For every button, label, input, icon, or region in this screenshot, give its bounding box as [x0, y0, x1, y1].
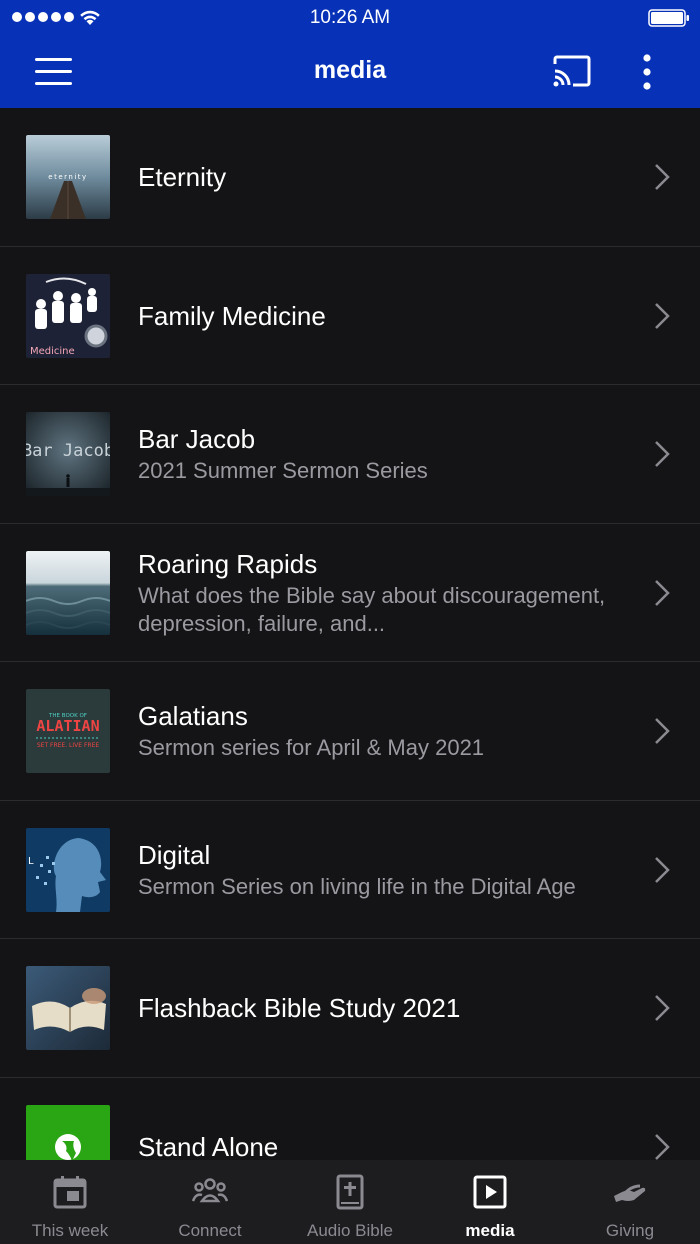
top-bar: 10:26 AM media	[0, 0, 700, 108]
list-item-text: Family Medicine	[138, 247, 630, 385]
series-thumbnail: THE BOOK OF ALATIAN SET FREE. LIVE FREE	[26, 689, 110, 773]
status-time: 10:26 AM	[309, 7, 391, 28]
list-item-text: Bar Jacob 2021 Summer Sermon Series	[138, 385, 630, 523]
app-header: media	[0, 36, 700, 108]
list-item-galatians[interactable]: THE BOOK OF ALATIAN SET FREE. LIVE FREE …	[0, 662, 700, 801]
list-item-digital[interactable]: L Digital Sermon Series on living life i…	[0, 801, 700, 939]
list-item-title: Family Medicine	[138, 300, 326, 331]
series-thumbnail: Medicine	[26, 273, 110, 358]
svg-text:L: L	[28, 856, 34, 867]
tab-label: Audio Bible	[306, 1221, 393, 1240]
list-item-title: Bar Jacob	[138, 424, 256, 454]
tab-connect[interactable]: Connect	[140, 1160, 280, 1244]
chevron-right-icon	[655, 718, 670, 744]
media-screen: 10:26 AM media eternity Eternity Medicin…	[0, 0, 700, 1244]
list-item-title: Digital	[138, 839, 211, 870]
list-item-subtitle: Sermon series for April & May 2021	[138, 735, 485, 760]
list-item-text: Stand Alone	[138, 1078, 630, 1161]
tab-media[interactable]: media	[420, 1160, 560, 1244]
list-item-flashback-bible-study[interactable]: Flashback Bible Study 2021	[0, 939, 700, 1078]
list-item-title: Flashback Bible Study 2021	[138, 993, 461, 1023]
chevron-right-icon	[655, 441, 670, 467]
series-thumbnail	[26, 1104, 110, 1160]
list-item-title: Galatians	[138, 701, 248, 731]
tab-this-week[interactable]: This week	[0, 1160, 140, 1244]
tab-label: This week	[31, 1221, 109, 1240]
people-icon	[192, 1178, 228, 1203]
play-icon	[473, 1175, 507, 1209]
page-title: media	[313, 56, 387, 84]
list-item-title: Roaring Rapids	[138, 548, 318, 579]
list-item-text: Digital Sermon Series on living life in …	[138, 801, 630, 939]
svg-text:SET FREE. LIVE FREE: SET FREE. LIVE FREE	[37, 742, 100, 749]
list-item-subtitle: What does the Bible say about discourage…	[138, 582, 606, 636]
battery-icon	[648, 9, 689, 27]
giving-hand-icon	[614, 1184, 646, 1202]
thumb-text: eternity	[48, 173, 87, 181]
list-item-bar-jacob[interactable]: Bar Jacob Bar Jacob 2021 Summer Sermon S…	[0, 385, 700, 524]
list-item-stand-alone[interactable]: Stand Alone	[0, 1078, 700, 1161]
list-item-text: Flashback Bible Study 2021	[138, 939, 630, 1077]
chevron-right-icon	[655, 1133, 670, 1160]
list-item-roaring-rapids[interactable]: Roaring Rapids What does the Bible say a…	[0, 524, 700, 662]
list-item-text: Galatians Sermon series for April & May …	[138, 662, 630, 800]
list-item-title: Stand Alone	[138, 1131, 279, 1161]
series-thumbnail: Bar Jacob	[26, 412, 110, 496]
thumb-text: ALATIAN	[36, 717, 99, 735]
status-bar: 10:26 AM	[0, 0, 700, 36]
list-item-text: Roaring Rapids What does the Bible say a…	[138, 524, 630, 662]
media-series-list: eternity Eternity Medicine Family Medici…	[0, 108, 700, 1160]
chevron-right-icon	[655, 579, 670, 606]
tab-label: media	[465, 1221, 515, 1240]
tab-audio-bible[interactable]: Audio Bible	[280, 1160, 420, 1244]
more-vertical-icon[interactable]	[636, 54, 658, 90]
bottom-tab-bar: This week Connect Audio Bible media Givi…	[0, 1160, 700, 1244]
series-thumbnail: L	[26, 827, 110, 912]
cast-icon[interactable]	[551, 54, 593, 88]
list-item-family-medicine[interactable]: Medicine Family Medicine	[0, 247, 700, 385]
list-item-subtitle: Sermon Series on living life in the Digi…	[138, 873, 576, 899]
series-thumbnail	[26, 550, 110, 635]
tab-giving[interactable]: Giving	[560, 1160, 700, 1244]
series-thumbnail	[26, 966, 110, 1050]
list-item-title: Eternity	[138, 162, 227, 192]
list-item-text: Eternity	[138, 108, 630, 246]
chevron-right-icon	[655, 164, 670, 190]
list-item-eternity[interactable]: eternity Eternity	[0, 108, 700, 247]
chevron-right-icon	[655, 302, 670, 329]
list-item-subtitle: 2021 Summer Sermon Series	[138, 458, 428, 483]
thumb-text: Bar Jacob	[26, 441, 110, 461]
chevron-right-icon	[655, 995, 670, 1021]
bible-icon	[336, 1174, 364, 1210]
thumb-text: Medicine	[30, 346, 75, 357]
tab-label: Connect	[178, 1221, 242, 1240]
tab-label: Giving	[605, 1221, 655, 1240]
calendar-icon	[53, 1176, 87, 1209]
chevron-right-icon	[655, 856, 670, 883]
series-thumbnail: eternity	[26, 135, 110, 219]
